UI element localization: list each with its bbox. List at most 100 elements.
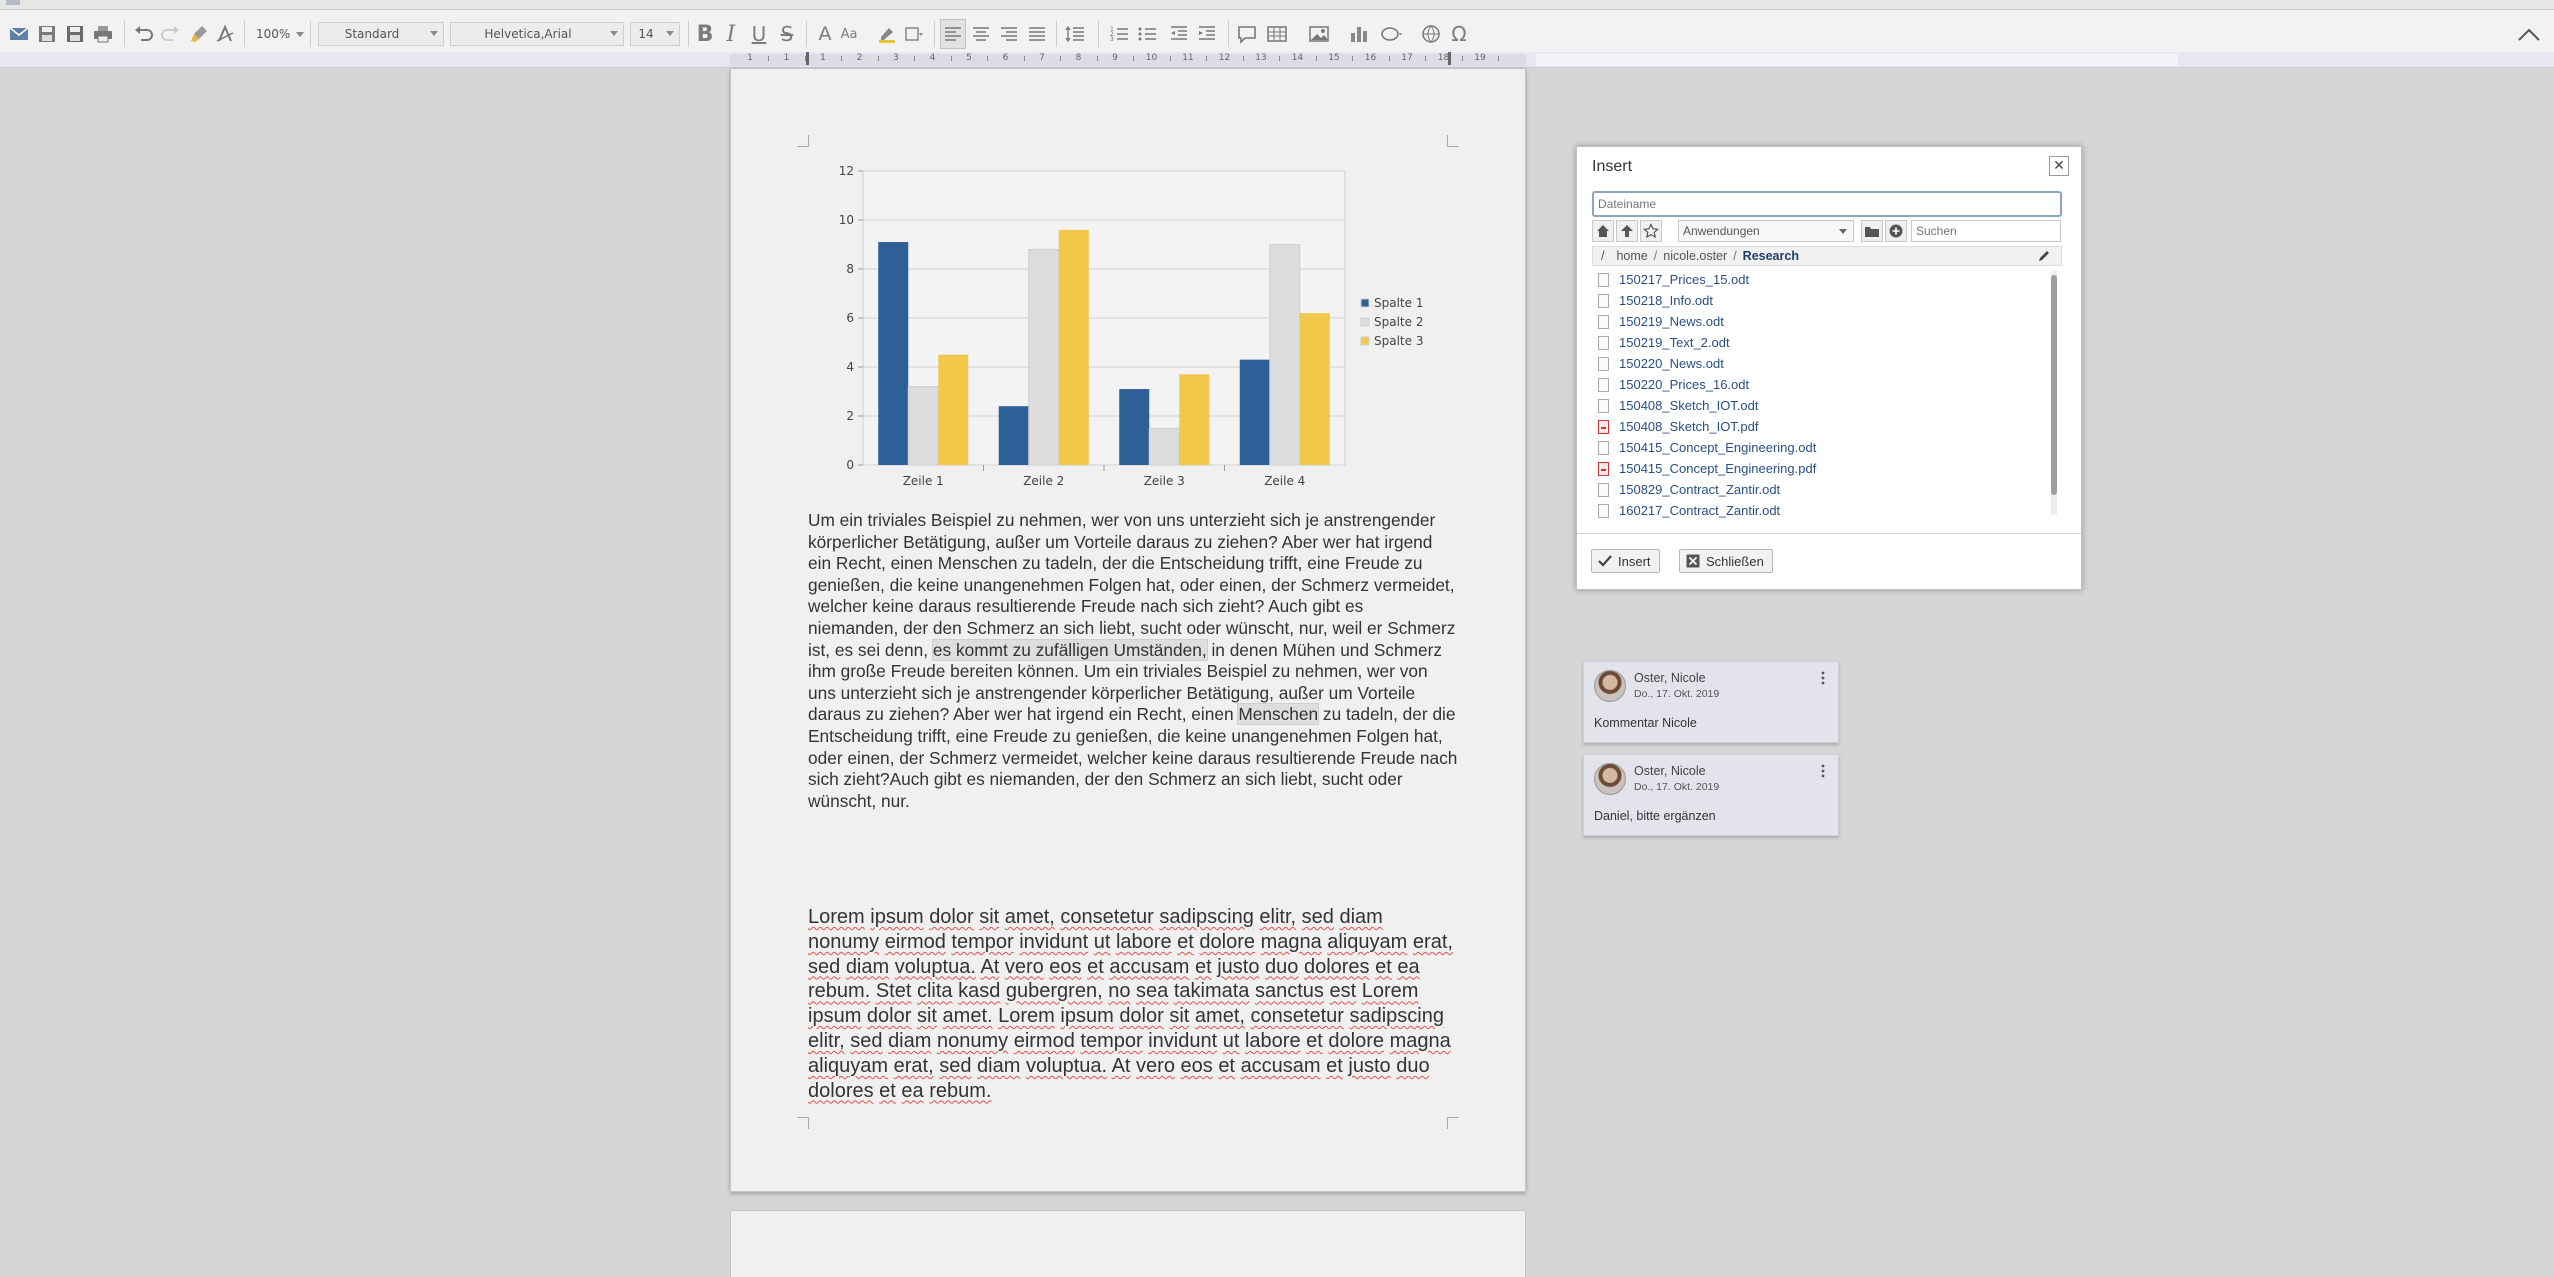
misspelled-word[interactable]: consetetur xyxy=(1060,906,1153,928)
hyperlink-icon[interactable] xyxy=(1418,19,1444,49)
misspelled-word[interactable]: At xyxy=(1112,1055,1131,1077)
misspelled-word[interactable]: labore xyxy=(1116,931,1172,953)
misspelled-word[interactable]: sit xyxy=(917,1005,937,1027)
file-item[interactable]: 150408_Sketch_IOT.pdf xyxy=(1592,416,2056,437)
undo-icon[interactable] xyxy=(130,19,156,49)
horizontal-ruler[interactable]: 1 1 1 2 3 4 5 6 7 8 9 10 11 12 13 14 15 16 17 18 19 xyxy=(0,52,2554,68)
file-item[interactable]: 150219_Text_2.odt xyxy=(1592,332,2056,353)
file-item[interactable]: 150220_Prices_16.odt xyxy=(1592,374,2056,395)
misspelled-word[interactable]: nonumy xyxy=(937,1030,1008,1052)
favorites-icon[interactable] xyxy=(1640,220,1662,242)
scrollbar-thumb[interactable] xyxy=(2051,275,2057,495)
misspelled-word[interactable]: labore xyxy=(1245,1030,1301,1052)
misspelled-word[interactable]: gubergren, xyxy=(1006,980,1103,1002)
misspelled-word[interactable]: ipsum xyxy=(870,906,923,928)
insert-button[interactable]: Insert xyxy=(1591,549,1660,573)
misspelled-word[interactable]: duo xyxy=(1265,956,1298,978)
misspelled-word[interactable]: aliquyam xyxy=(1327,931,1407,953)
misspelled-word[interactable]: et xyxy=(879,1080,896,1102)
misspelled-word[interactable]: invidunt xyxy=(1148,1030,1217,1052)
folder-shortcut-icon[interactable] xyxy=(1861,220,1883,242)
misspelled-word[interactable]: voluptua. xyxy=(895,956,976,978)
file-list[interactable]: 150217_Prices_15.odt 150218_Info.odt 15021… xyxy=(1592,269,2056,519)
misspelled-word[interactable]: nonumy xyxy=(808,931,879,953)
more-options-icon[interactable] xyxy=(1820,763,1826,779)
comment-card[interactable]: Oster, Nicole Do., 17. Okt. 2019 Daniel,… xyxy=(1583,754,1839,836)
misspelled-word[interactable]: Stet xyxy=(876,980,912,1002)
misspelled-word[interactable]: est xyxy=(1330,980,1357,1002)
chart-icon[interactable] xyxy=(1346,19,1372,49)
new-folder-icon[interactable] xyxy=(1885,220,1907,242)
misspelled-word[interactable]: sanctus xyxy=(1255,980,1324,1002)
strikethrough-icon[interactable]: S xyxy=(774,19,800,49)
close-dialog-button[interactable]: Schließen xyxy=(1679,549,1773,573)
misspelled-word[interactable]: vero xyxy=(1136,1055,1175,1077)
misspelled-word[interactable]: et xyxy=(1087,956,1104,978)
collapse-toolbar-icon[interactable] xyxy=(2516,24,2542,46)
misspelled-word[interactable]: voluptua. xyxy=(1026,1055,1107,1077)
breadcrumb-root[interactable]: / xyxy=(1601,249,1604,263)
paragraph-style-select[interactable]: Standard xyxy=(318,22,444,46)
misspelled-word[interactable]: accusam xyxy=(1109,956,1189,978)
location-select[interactable]: Anwendungen xyxy=(1678,220,1854,242)
misspelled-word[interactable]: sadipscing xyxy=(1159,906,1254,928)
misspelled-word[interactable]: vero xyxy=(1005,956,1044,978)
align-justify-icon[interactable] xyxy=(1024,19,1050,49)
border-icon[interactable] xyxy=(900,19,926,49)
misspelled-word[interactable]: et xyxy=(1326,1055,1343,1077)
misspelled-word[interactable]: diam xyxy=(1339,906,1382,928)
misspelled-word[interactable]: rebum. xyxy=(808,980,870,1002)
misspelled-word[interactable]: sea xyxy=(1136,980,1168,1002)
misspelled-word[interactable]: dolores xyxy=(808,1080,874,1102)
misspelled-word[interactable]: dolor xyxy=(929,906,973,928)
edit-path-icon[interactable] xyxy=(2037,249,2053,263)
bold-icon[interactable]: B xyxy=(692,19,718,49)
bullet-list-icon[interactable] xyxy=(1134,19,1160,49)
breadcrumb-home[interactable]: home xyxy=(1616,249,1647,263)
misspelled-word[interactable]: rebum. xyxy=(929,1080,991,1102)
more-options-icon[interactable] xyxy=(1820,670,1826,686)
misspelled-word[interactable]: et xyxy=(1375,956,1392,978)
file-item[interactable]: 150408_Sketch_IOT.odt xyxy=(1592,395,2056,416)
align-center-icon[interactable] xyxy=(968,19,994,49)
font-color-icon[interactable]: A xyxy=(812,19,838,49)
misspelled-word[interactable]: sed xyxy=(939,1055,971,1077)
misspelled-word[interactable]: amet. xyxy=(943,1005,993,1027)
misspelled-word[interactable]: magna xyxy=(1390,1030,1451,1052)
misspelled-word[interactable]: sit xyxy=(1169,1005,1189,1027)
special-character-icon[interactable]: Ω xyxy=(1446,19,1472,49)
misspelled-word[interactable]: eos xyxy=(1049,956,1081,978)
misspelled-word[interactable]: sed xyxy=(808,956,840,978)
misspelled-word[interactable]: justo xyxy=(1217,956,1259,978)
change-case-icon[interactable]: Aa xyxy=(836,19,862,49)
misspelled-word[interactable]: dolore xyxy=(1328,1030,1384,1052)
search-input[interactable] xyxy=(1911,220,2061,242)
table-icon[interactable] xyxy=(1264,19,1290,49)
misspelled-word[interactable]: tempor xyxy=(951,931,1013,953)
misspelled-word[interactable]: elitr, xyxy=(1259,906,1296,928)
document-paragraph[interactable]: Um ein triviales Beispiel zu nehmen, wer… xyxy=(808,510,1458,812)
increase-indent-icon[interactable] xyxy=(1194,19,1220,49)
document-page-next[interactable] xyxy=(730,1210,1526,1277)
misspelled-word[interactable]: et xyxy=(1195,956,1212,978)
misspelled-word[interactable]: amet, xyxy=(1005,906,1055,928)
misspelled-word[interactable]: magna xyxy=(1261,931,1322,953)
misspelled-word[interactable]: aliquyam xyxy=(808,1055,888,1077)
misspelled-word[interactable]: kasd xyxy=(958,980,1000,1002)
underline-icon[interactable]: U xyxy=(746,19,772,49)
misspelled-word[interactable]: At xyxy=(980,956,999,978)
misspelled-word[interactable]: dolor xyxy=(1119,1005,1163,1027)
numbered-list-icon[interactable]: 123 xyxy=(1106,19,1132,49)
misspelled-word[interactable]: diam xyxy=(888,1030,931,1052)
margin-marker[interactable] xyxy=(806,52,809,65)
misspelled-word[interactable]: ipsum xyxy=(808,1005,861,1027)
misspelled-word[interactable]: clita xyxy=(917,980,953,1002)
file-item[interactable]: 150415_Concept_Engineering.odt xyxy=(1592,437,2056,458)
misspelled-word[interactable]: justo xyxy=(1348,1055,1390,1077)
misspelled-word[interactable]: no xyxy=(1108,980,1130,1002)
home-icon[interactable] xyxy=(1592,220,1614,242)
misspelled-word[interactable]: Lorem xyxy=(808,906,865,928)
misspelled-word[interactable]: duo xyxy=(1396,1055,1429,1077)
parent-folder-icon[interactable] xyxy=(1616,220,1638,242)
misspelled-word[interactable]: amet, xyxy=(1195,1005,1245,1027)
